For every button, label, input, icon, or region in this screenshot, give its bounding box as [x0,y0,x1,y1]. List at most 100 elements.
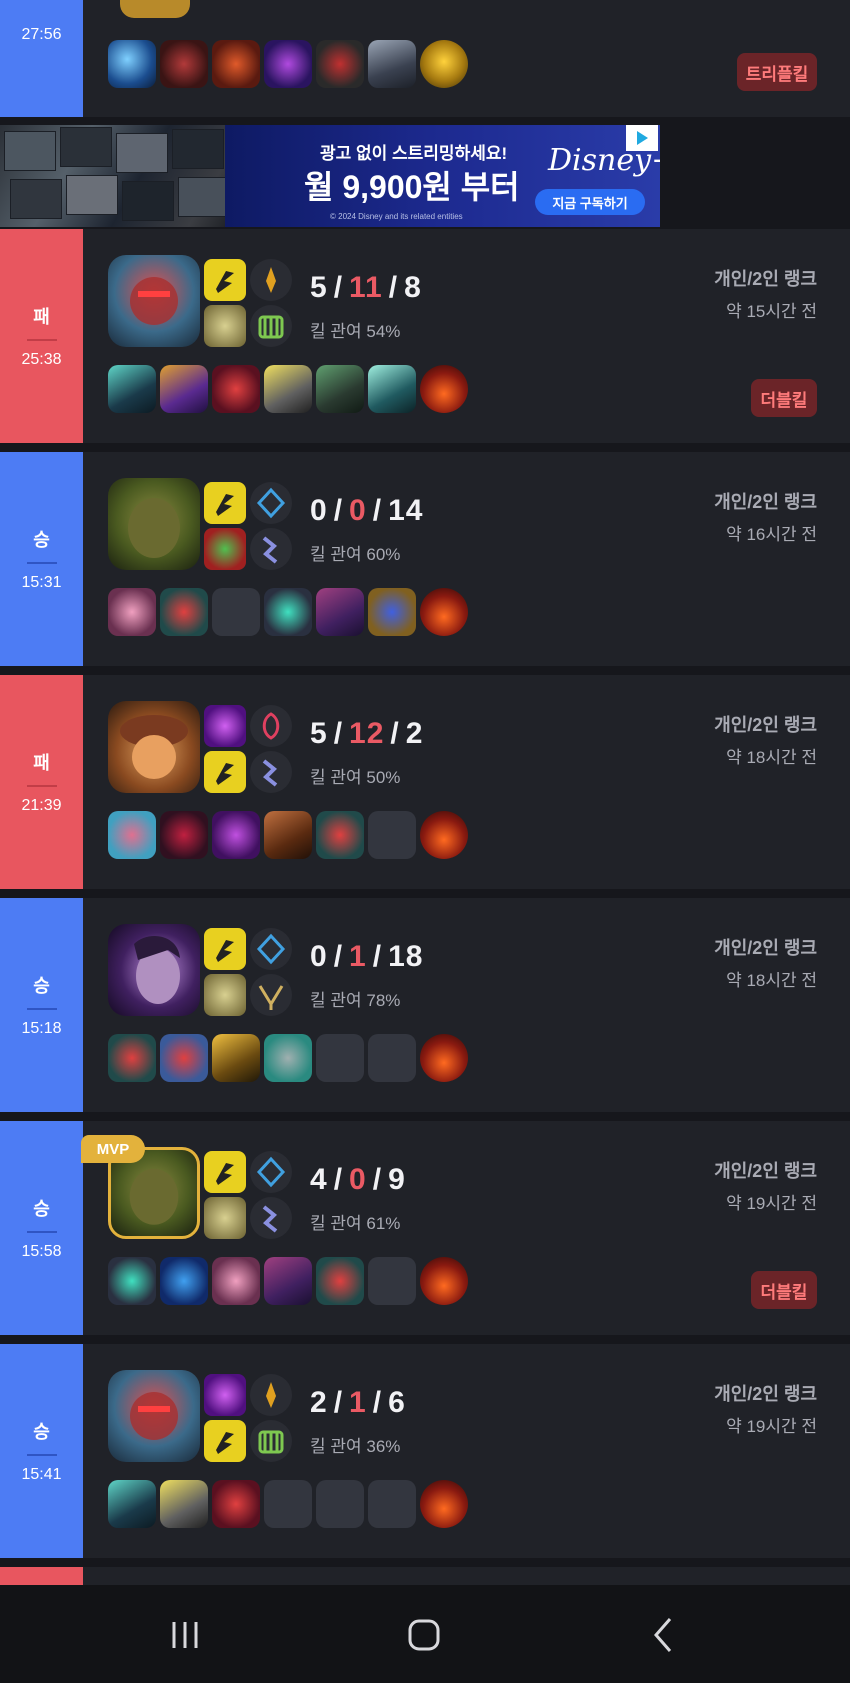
item-icon[interactable] [108,1034,156,1082]
item-icon[interactable] [264,1034,312,1082]
item-icon[interactable] [108,365,156,413]
champion-portrait[interactable] [108,478,200,570]
item-icon[interactable] [212,365,260,413]
item-icon[interactable] [160,811,208,859]
queue-type: 개인/2인 랭크 [714,715,817,735]
kill-participation: 킬 관여 78% [310,991,401,1010]
item-icon[interactable] [160,1257,208,1305]
ad-cta-button[interactable]: 지금 구독하기 [535,189,645,215]
secondary-rune-icon[interactable] [250,305,292,347]
smite-spell-icon[interactable] [204,528,246,570]
ignite-spell-icon[interactable] [204,705,246,747]
flash-spell-icon[interactable] [204,482,246,524]
result-label: 패 [33,753,50,773]
item-icon[interactable] [264,588,312,636]
item-icon[interactable] [368,588,416,636]
item-icon[interactable] [160,588,208,636]
keystone-rune-icon[interactable] [250,928,292,970]
champion-portrait[interactable] [108,255,200,347]
keystone-rune-icon[interactable] [250,482,292,524]
item-icon[interactable] [160,1034,208,1082]
ward-icon[interactable] [420,1034,468,1082]
match-card[interactable]: 승 15:41 2/1/6 킬 관여 36% 개인/2인 랭크 약 19시간 전 [0,1344,850,1558]
secondary-rune-icon[interactable] [250,751,292,793]
ward-icon[interactable] [420,1257,468,1305]
item-icon[interactable] [264,1257,312,1305]
secondary-rune-icon[interactable] [250,974,292,1016]
home-icon[interactable] [394,1615,454,1655]
champion-portrait[interactable] [108,1370,200,1462]
item-icon[interactable] [316,40,364,88]
match-card-partial[interactable] [0,1567,850,1585]
kda-score: 0/0/14 [310,494,424,527]
match-duration: 27:56 [21,26,62,43]
keystone-rune-icon[interactable] [250,259,292,301]
item-icon[interactable] [108,588,156,636]
ignite-spell-icon[interactable] [204,1374,246,1416]
deaths: 1 [349,1386,367,1419]
ward-icon[interactable] [420,40,468,88]
item-icon[interactable] [160,365,208,413]
item-icon[interactable] [316,365,364,413]
item-icon[interactable] [108,1257,156,1305]
item-icon[interactable] [316,811,364,859]
item-icon[interactable] [212,40,260,88]
item-icon[interactable] [212,811,260,859]
deaths: 0 [349,1163,367,1196]
secondary-rune-icon[interactable] [250,1197,292,1239]
item-icon[interactable] [264,365,312,413]
deaths: 12 [349,717,385,750]
ignite-spell-icon[interactable] [204,305,246,347]
match-card[interactable]: 승 15:58 MVP 4/0/9 킬 관여 61% 개인/2인 랭크 약 19… [0,1121,850,1335]
flash-spell-icon[interactable] [204,1151,246,1193]
item-icon[interactable] [316,1257,364,1305]
item-row [108,40,468,88]
partial-champion-strip [120,0,190,18]
item-icon[interactable] [108,40,156,88]
item-icon[interactable] [160,40,208,88]
ignite-spell-icon[interactable] [204,1197,246,1239]
item-icon[interactable] [108,1480,156,1528]
ward-icon[interactable] [420,365,468,413]
item-icon[interactable] [264,40,312,88]
back-icon[interactable] [633,1615,693,1655]
item-icon[interactable] [212,1480,260,1528]
flash-spell-icon[interactable] [204,928,246,970]
match-card[interactable]: 패 21:39 5/12/2 킬 관여 50% 개인/2인 랭크 약 18시간 … [0,675,850,889]
adchoices-icon[interactable] [626,125,658,151]
item-icon[interactable] [160,1480,208,1528]
item-icon[interactable] [212,1257,260,1305]
keystone-rune-icon[interactable] [250,1151,292,1193]
ward-icon[interactable] [420,588,468,636]
ward-icon[interactable] [420,1480,468,1528]
match-card[interactable]: 패 25:38 5/11/8 킬 관여 54% 개인/2인 랭크 약 15시간 … [0,229,850,443]
divider [26,339,57,341]
item-icon[interactable] [212,1034,260,1082]
result-bar: 승 15:58 [0,1121,83,1335]
flash-spell-icon[interactable] [204,259,246,301]
champion-portrait[interactable] [108,701,200,793]
recent-apps-icon[interactable] [155,1615,215,1655]
empty-item-slot [368,1257,416,1305]
flash-spell-icon[interactable] [204,751,246,793]
multikill-badge: 더블킬 [751,379,817,417]
item-icon[interactable] [264,811,312,859]
ignite-spell-icon[interactable] [204,974,246,1016]
item-icon[interactable] [108,811,156,859]
result-bar: 승 15:41 [0,1344,83,1558]
keystone-rune-icon[interactable] [250,1374,292,1416]
queue-type: 개인/2인 랭크 [714,269,817,289]
ward-icon[interactable] [420,811,468,859]
item-icon[interactable] [368,40,416,88]
flash-spell-icon[interactable] [204,1420,246,1462]
ad-banner[interactable]: 광고 없이 스트리밍하세요! 월 9,900원 부터 Disney+ 지금 구독… [0,125,660,227]
secondary-rune-icon[interactable] [250,1420,292,1462]
item-icon[interactable] [368,365,416,413]
champion-portrait[interactable] [108,924,200,1016]
match-card[interactable]: 승 15:18 0/1/18 킬 관여 78% 개인/2인 랭크 약 18시간 … [0,898,850,1112]
match-card-top[interactable]: 27:56 트리플킬 [0,0,850,117]
secondary-rune-icon[interactable] [250,528,292,570]
match-card[interactable]: 승 15:31 0/0/14 킬 관여 60% 개인/2인 랭크 약 16시간 … [0,452,850,666]
item-icon[interactable] [316,588,364,636]
keystone-rune-icon[interactable] [250,705,292,747]
